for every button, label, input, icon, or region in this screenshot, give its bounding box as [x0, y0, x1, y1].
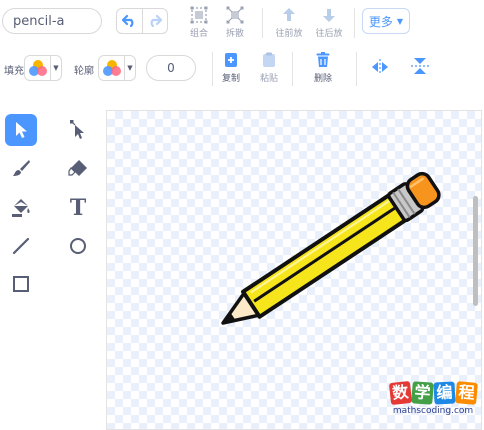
- ungroup-button[interactable]: 拆散: [218, 6, 252, 39]
- fill-tool[interactable]: [5, 192, 37, 224]
- outline-color-picker[interactable]: ▼: [98, 55, 136, 81]
- fill-label: 填充: [4, 66, 24, 77]
- divider: [354, 8, 355, 38]
- divider: [262, 8, 263, 38]
- chevron-down-icon: ▼: [396, 16, 404, 26]
- watermark-char: 程: [454, 381, 478, 405]
- flip-vertical-button[interactable]: [410, 56, 430, 76]
- redo-icon: [150, 15, 162, 27]
- watermark-chars: 数 学 编 程: [388, 380, 478, 406]
- copy-button[interactable]: 复制: [216, 52, 246, 84]
- divider: [212, 52, 213, 86]
- more-label: 更多: [368, 14, 393, 29]
- forward-button[interactable]: 往前放: [270, 6, 308, 39]
- text-icon: T: [69, 195, 87, 221]
- paste-button[interactable]: 粘贴: [254, 52, 284, 84]
- eraser-icon: [68, 160, 87, 176]
- redo-button[interactable]: [141, 9, 168, 33]
- copy-icon: [225, 53, 237, 67]
- text-tool[interactable]: T: [62, 192, 94, 224]
- watermark-char: 学: [410, 381, 434, 405]
- fill-color-picker[interactable]: ▼: [24, 55, 62, 81]
- chevron-down-icon: ▼: [124, 56, 135, 80]
- mixed-color-icon: [102, 60, 121, 76]
- bring-forward-icon: [283, 8, 295, 21]
- chevron-down-icon: ▼: [50, 56, 61, 80]
- arrow-icon: [16, 122, 27, 138]
- outline-swatch: [99, 56, 124, 80]
- canvas-scrollbar[interactable]: [473, 196, 478, 306]
- reshape-tool[interactable]: [62, 114, 94, 146]
- undo-icon: [122, 15, 134, 27]
- paste-icon: [263, 52, 275, 67]
- delete-button[interactable]: 删除: [308, 52, 338, 84]
- paste-label: 粘贴: [259, 74, 278, 84]
- copy-label: 复制: [221, 74, 240, 84]
- flip-horizontal-icon: [372, 59, 388, 75]
- brush-icon: [13, 160, 30, 176]
- undo-redo-group: [116, 8, 168, 34]
- eraser-tool[interactable]: [62, 152, 94, 184]
- fill-swatch: [25, 56, 50, 80]
- line-tool[interactable]: [5, 230, 37, 262]
- send-backward-icon: [323, 9, 335, 22]
- watermark-logo: 数 学 编 程 mathscoding.com: [388, 380, 478, 426]
- watermark-char: 数: [388, 380, 412, 406]
- backward-label: 往后放: [315, 29, 343, 39]
- group-button[interactable]: 组合: [182, 6, 216, 39]
- ungroup-icon: [226, 6, 244, 24]
- watermark-char: 编: [432, 381, 456, 405]
- group-icon: [190, 6, 208, 24]
- toolbox: T: [0, 110, 104, 310]
- more-button[interactable]: 更多 ▼: [362, 8, 410, 34]
- ungroup-label: 拆散: [225, 29, 244, 39]
- forward-label: 往前放: [275, 29, 303, 39]
- select-tool[interactable]: [5, 114, 37, 146]
- line-icon: [12, 237, 30, 255]
- circle-tool[interactable]: [62, 230, 94, 262]
- trash-icon: [316, 52, 330, 67]
- rectangle-tool[interactable]: [5, 268, 37, 300]
- group-label: 组合: [189, 29, 208, 39]
- undo-button[interactable]: [117, 9, 142, 33]
- delete-label: 删除: [313, 74, 332, 84]
- divider: [356, 52, 357, 86]
- flip-horizontal-button[interactable]: [370, 58, 390, 76]
- costume-name-input[interactable]: [2, 8, 102, 34]
- rectangle-icon: [13, 276, 29, 292]
- flip-vertical-icon: [411, 58, 429, 74]
- reshape-icon: [70, 120, 84, 139]
- outline-label: 轮廓: [74, 66, 94, 77]
- divider: [292, 52, 293, 86]
- outline-width-input[interactable]: [146, 55, 196, 81]
- backward-button[interactable]: 往后放: [310, 6, 348, 39]
- brush-tool[interactable]: [5, 152, 37, 184]
- watermark-url: mathscoding.com: [392, 406, 474, 416]
- bucket-icon: [12, 199, 30, 217]
- mixed-color-icon: [28, 60, 47, 76]
- circle-icon: [70, 238, 86, 254]
